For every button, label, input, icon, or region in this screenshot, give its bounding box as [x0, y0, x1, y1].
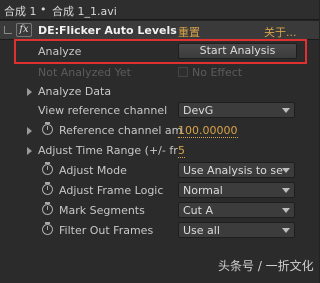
reference-channel-amount-label: Reference channel am: [59, 124, 183, 137]
effect-name: DE:Flicker Auto Levels: [38, 24, 177, 37]
adjust-frame-logic-value: Normal: [183, 184, 223, 197]
highlight-annotation-box: [14, 39, 307, 64]
adjust-mode-label: Adjust Mode: [59, 164, 127, 177]
analyze-data-row[interactable]: Analyze Data: [0, 82, 319, 101]
adjust-mode-row: Adjust Mode Use Analysis to se: [0, 161, 319, 180]
dropdown-arrow-icon: [282, 108, 290, 113]
watermark: 头条号 / 一折文化: [218, 259, 314, 273]
view-reference-channel-value: DevG: [183, 104, 214, 117]
adjust-mode-select[interactable]: Use Analysis to se: [178, 162, 295, 178]
filter-out-frames-row: Filter Out Frames Use all: [0, 221, 319, 240]
adjust-time-range-value[interactable]: 5: [178, 144, 185, 158]
adjust-frame-logic-label: Adjust Frame Logic: [59, 184, 164, 197]
no-effect-checkbox[interactable]: [178, 67, 188, 77]
mark-segments-value: Cut A: [183, 204, 213, 217]
twirl-closed-icon[interactable]: [27, 147, 32, 155]
adjust-frame-logic-select[interactable]: Normal: [178, 182, 295, 198]
composition-tab-2[interactable]: 合成 1_1.avi: [52, 3, 117, 19]
tab-separator: •: [40, 3, 47, 16]
effect-twirl-open-icon[interactable]: [4, 26, 12, 34]
filter-out-frames-label: Filter Out Frames: [59, 224, 154, 237]
composition-tab-bar: 合成 1 • 合成 1_1.avi: [0, 0, 319, 20]
twirl-closed-icon[interactable]: [27, 127, 32, 135]
dropdown-arrow-icon: [282, 188, 290, 193]
analyze-data-label: Analyze Data: [38, 85, 112, 98]
reset-link[interactable]: 重置: [178, 24, 200, 40]
adjust-time-range-label: Adjust Time Range (+/- fr: [38, 144, 178, 157]
adjust-frame-logic-row: Adjust Frame Logic Normal: [0, 181, 319, 200]
filter-out-frames-value: Use all: [183, 224, 220, 237]
dropdown-arrow-icon: [282, 168, 290, 173]
about-link[interactable]: 关于...: [264, 24, 297, 40]
no-effect-label: No Effect: [192, 66, 243, 79]
mark-segments-select[interactable]: Cut A: [178, 202, 295, 218]
stopwatch-icon[interactable]: [42, 162, 53, 175]
adjust-mode-value: Use Analysis to se: [183, 164, 283, 177]
view-reference-channel-label: View reference channel: [38, 104, 168, 117]
stopwatch-icon[interactable]: [42, 122, 53, 135]
twirl-closed-icon[interactable]: [27, 88, 32, 96]
dropdown-arrow-icon: [282, 228, 290, 233]
composition-tab-1[interactable]: 合成 1: [4, 3, 37, 19]
reference-channel-amount-row: Reference channel am 100.00000: [0, 121, 319, 140]
effect-header: fx DE:Flicker Auto Levels 重置 关于...: [0, 21, 319, 40]
adjust-time-range-row: Adjust Time Range (+/- fr 5: [0, 141, 319, 160]
stopwatch-icon[interactable]: [42, 202, 53, 215]
stopwatch-icon[interactable]: [42, 222, 53, 235]
dropdown-arrow-icon: [282, 208, 290, 213]
mark-segments-label: Mark Segments: [59, 204, 145, 217]
mark-segments-row: Mark Segments Cut A: [0, 201, 319, 220]
view-reference-channel-row: View reference channel DevG: [0, 101, 319, 120]
fx-enable-icon[interactable]: fx: [16, 23, 32, 37]
filter-out-frames-select[interactable]: Use all: [178, 222, 295, 238]
stopwatch-icon[interactable]: [42, 182, 53, 195]
analysis-status-label: Not Analyzed Yet: [38, 66, 131, 79]
analysis-status-row: Not Analyzed Yet No Effect: [0, 63, 319, 82]
view-reference-channel-select[interactable]: DevG: [178, 102, 295, 118]
reference-channel-amount-value[interactable]: 100.00000: [178, 124, 238, 138]
